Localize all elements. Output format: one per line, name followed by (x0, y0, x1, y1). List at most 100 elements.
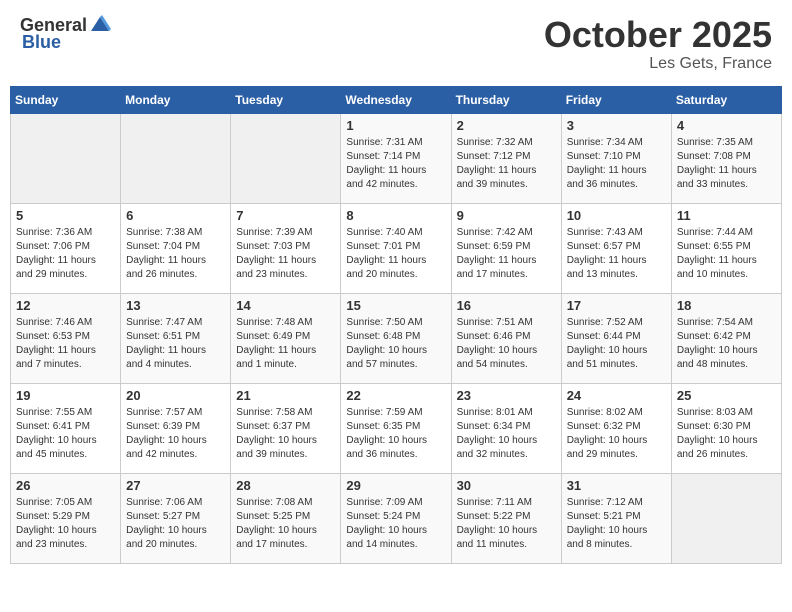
day-number: 28 (236, 478, 335, 493)
day-info: Sunrise: 7:34 AM Sunset: 7:10 PM Dayligh… (567, 136, 666, 192)
day-number: 13 (126, 298, 225, 313)
day-number: 10 (567, 208, 666, 223)
calendar-cell: 10 Sunrise: 7:43 AM Sunset: 6:57 PM Dayli… (561, 203, 671, 293)
day-of-week-header: Monday (121, 86, 231, 113)
logo-blue: Blue (22, 32, 61, 53)
calendar-cell: 29Sunrise: 7:09 AM Sunset: 5:24 PM Dayli… (341, 473, 451, 563)
day-info: Sunrise: 7:59 AM Sunset: 6:35 PM Dayligh… (346, 406, 445, 462)
calendar-cell: 16 Sunrise: 7:51 AM Sunset: 6:46 PM Dayli… (451, 293, 561, 383)
day-of-week-header: Friday (561, 86, 671, 113)
day-number: 1 (346, 118, 445, 133)
day-info: Sunrise: 7:55 AM Sunset: 6:41 PM Dayligh… (16, 406, 115, 462)
page-header: General Blue October 2025 Les Gets, Fran… (10, 10, 782, 78)
day-info: Sunrise: 7:12 AM Sunset: 5:21 PM Dayligh… (567, 496, 666, 552)
day-number: 17 (567, 298, 666, 313)
calendar-cell: 13 Sunrise: 7:47 AM Sunset: 6:51 PM Dayli… (121, 293, 231, 383)
day-info: Sunrise: 7:40 AM Sunset: 7:01 PM Dayligh… (346, 226, 445, 282)
day-number: 16 (457, 298, 556, 313)
day-number: 12 (16, 298, 115, 313)
day-number: 29 (346, 478, 445, 493)
calendar-week-row: 26 Sunrise: 7:05 AM Sunset: 5:29 PM Dayli… (11, 473, 782, 563)
day-info: Sunrise: 7:36 AM Sunset: 7:06 PM Dayligh… (16, 226, 115, 282)
day-number: 21 (236, 388, 335, 403)
day-of-week-header: Wednesday (341, 86, 451, 113)
day-info: Sunrise: 7:32 AM Sunset: 7:12 PM Dayligh… (457, 136, 556, 192)
day-of-week-header: Thursday (451, 86, 561, 113)
calendar-cell: 6 Sunrise: 7:38 AM Sunset: 7:04 PM Daylig… (121, 203, 231, 293)
day-info: Sunrise: 7:58 AM Sunset: 6:37 PM Dayligh… (236, 406, 335, 462)
day-info: Sunrise: 7:47 AM Sunset: 6:51 PM Dayligh… (126, 316, 225, 372)
calendar-cell: 15 Sunrise: 7:50 AM Sunset: 6:48 PM Dayli… (341, 293, 451, 383)
calendar-cell: 24 Sunrise: 8:02 AM Sunset: 6:32 PM Dayli… (561, 383, 671, 473)
logo-icon (89, 13, 111, 35)
calendar-week-row: 12 Sunrise: 7:46 AM Sunset: 6:53 PM Dayli… (11, 293, 782, 383)
day-info: Sunrise: 7:38 AM Sunset: 7:04 PM Dayligh… (126, 226, 225, 282)
calendar-cell: 4 Sunrise: 7:35 AM Sunset: 7:08 PM Daylig… (671, 113, 781, 203)
calendar-cell: 8 Sunrise: 7:40 AM Sunset: 7:01 PM Daylig… (341, 203, 451, 293)
calendar-cell (11, 113, 121, 203)
day-number: 23 (457, 388, 556, 403)
day-info: Sunrise: 7:35 AM Sunset: 7:08 PM Dayligh… (677, 136, 776, 192)
calendar-cell: 19 Sunrise: 7:55 AM Sunset: 6:41 PM Dayli… (11, 383, 121, 473)
calendar-cell: 26 Sunrise: 7:05 AM Sunset: 5:29 PM Dayli… (11, 473, 121, 563)
day-info: Sunrise: 7:54 AM Sunset: 6:42 PM Dayligh… (677, 316, 776, 372)
day-info: Sunrise: 7:52 AM Sunset: 6:44 PM Dayligh… (567, 316, 666, 372)
day-number: 27 (126, 478, 225, 493)
day-info: Sunrise: 7:11 AM Sunset: 5:22 PM Dayligh… (457, 496, 556, 552)
calendar-cell: 23 Sunrise: 8:01 AM Sunset: 6:34 PM Dayli… (451, 383, 561, 473)
day-info: Sunrise: 8:02 AM Sunset: 6:32 PM Dayligh… (567, 406, 666, 462)
day-info: Sunrise: 7:39 AM Sunset: 7:03 PM Dayligh… (236, 226, 335, 282)
day-number: 15 (346, 298, 445, 313)
day-info: Sunrise: 7:50 AM Sunset: 6:48 PM Dayligh… (346, 316, 445, 372)
calendar-cell (121, 113, 231, 203)
day-info: Sunrise: 8:03 AM Sunset: 6:30 PM Dayligh… (677, 406, 776, 462)
day-number: 26 (16, 478, 115, 493)
calendar-cell: 28 Sunrise: 7:08 AM Sunset: 5:25 PM Dayli… (231, 473, 341, 563)
calendar-cell: 27 Sunrise: 7:06 AM Sunset: 5:27 PM Dayli… (121, 473, 231, 563)
day-info: Sunrise: 7:06 AM Sunset: 5:27 PM Dayligh… (126, 496, 225, 552)
calendar-cell: 12 Sunrise: 7:46 AM Sunset: 6:53 PM Dayli… (11, 293, 121, 383)
calendar-cell: 17 Sunrise: 7:52 AM Sunset: 6:44 PM Dayli… (561, 293, 671, 383)
day-info: Sunrise: 7:51 AM Sunset: 6:46 PM Dayligh… (457, 316, 556, 372)
day-info: Sunrise: 7:31 AM Sunset: 7:14 PM Dayligh… (346, 136, 445, 192)
calendar-week-row: 19 Sunrise: 7:55 AM Sunset: 6:41 PM Dayli… (11, 383, 782, 473)
day-number: 20 (126, 388, 225, 403)
calendar-table: SundayMondayTuesdayWednesdayThursdayFrid… (10, 86, 782, 564)
day-info: Sunrise: 7:08 AM Sunset: 5:25 PM Dayligh… (236, 496, 335, 552)
day-info: Sunrise: 7:42 AM Sunset: 6:59 PM Dayligh… (457, 226, 556, 282)
day-info: Sunrise: 7:57 AM Sunset: 6:39 PM Dayligh… (126, 406, 225, 462)
day-number: 9 (457, 208, 556, 223)
day-number: 2 (457, 118, 556, 133)
day-info: Sunrise: 7:43 AM Sunset: 6:57 PM Dayligh… (567, 226, 666, 282)
day-number: 24 (567, 388, 666, 403)
day-number: 18 (677, 298, 776, 313)
day-info: Sunrise: 7:05 AM Sunset: 5:29 PM Dayligh… (16, 496, 115, 552)
day-info: Sunrise: 7:48 AM Sunset: 6:49 PM Dayligh… (236, 316, 335, 372)
title-block: October 2025 Les Gets, France (544, 15, 772, 73)
calendar-cell: 2 Sunrise: 7:32 AM Sunset: 7:12 PM Daylig… (451, 113, 561, 203)
day-number: 7 (236, 208, 335, 223)
day-number: 30 (457, 478, 556, 493)
calendar-cell: 5Sunrise: 7:36 AM Sunset: 7:06 PM Daylig… (11, 203, 121, 293)
day-number: 3 (567, 118, 666, 133)
month-title: October 2025 (544, 15, 772, 55)
day-number: 31 (567, 478, 666, 493)
calendar-cell: 25Sunrise: 8:03 AM Sunset: 6:30 PM Dayli… (671, 383, 781, 473)
location: Les Gets, France (544, 55, 772, 73)
calendar-cell: 1 Sunrise: 7:31 AM Sunset: 7:14 PM Daylig… (341, 113, 451, 203)
day-number: 4 (677, 118, 776, 133)
day-number: 14 (236, 298, 335, 313)
calendar-week-row: 5Sunrise: 7:36 AM Sunset: 7:06 PM Daylig… (11, 203, 782, 293)
day-of-week-header: Sunday (11, 86, 121, 113)
day-info: Sunrise: 7:44 AM Sunset: 6:55 PM Dayligh… (677, 226, 776, 282)
day-number: 19 (16, 388, 115, 403)
day-info: Sunrise: 8:01 AM Sunset: 6:34 PM Dayligh… (457, 406, 556, 462)
day-number: 11 (677, 208, 776, 223)
calendar-cell: 31 Sunrise: 7:12 AM Sunset: 5:21 PM Dayli… (561, 473, 671, 563)
day-number: 6 (126, 208, 225, 223)
day-info: Sunrise: 7:46 AM Sunset: 6:53 PM Dayligh… (16, 316, 115, 372)
day-of-week-header: Saturday (671, 86, 781, 113)
day-number: 22 (346, 388, 445, 403)
calendar-cell: 7 Sunrise: 7:39 AM Sunset: 7:03 PM Daylig… (231, 203, 341, 293)
day-number: 8 (346, 208, 445, 223)
